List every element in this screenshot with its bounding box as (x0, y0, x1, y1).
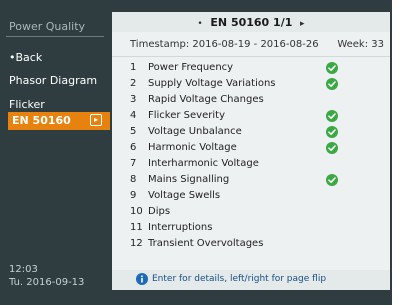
list-item[interactable]: 1 Power Frequency (112, 60, 390, 76)
parameter-label: Dips (148, 206, 171, 217)
parameter-label: Flicker Severity (148, 110, 225, 121)
clock: 12:03 Tu. 2016-09-13 (9, 263, 84, 289)
sidebar-item-flicker[interactable]: Flicker (9, 98, 45, 111)
parameter-label: Interruptions (148, 222, 213, 233)
sidebar-item-en50160[interactable]: EN 50160 ▸ (8, 112, 110, 130)
list-item[interactable]: 9 Voltage Swells (112, 188, 390, 204)
check-icon (326, 126, 338, 138)
parameter-list: 1 Power Frequency 2 Supply Voltage Variatio… (112, 60, 390, 252)
page-next-icon[interactable]: ▸ (300, 19, 305, 29)
list-item[interactable]: 2 Supply Voltage Variations (112, 76, 390, 92)
check-icon (326, 78, 338, 90)
parameter-number: 10 (130, 206, 143, 217)
arrow-right-icon: ▸ (90, 114, 102, 126)
sidebar-title: Power Quality (9, 20, 86, 33)
check-icon (326, 62, 338, 74)
parameter-label: Voltage Swells (148, 190, 221, 201)
timestamp-text: Timestamp: 2016-08-19 - 2016-08-26 (130, 39, 319, 50)
parameter-label: Transient Overvoltages (148, 238, 264, 249)
parameter-number: 11 (130, 222, 143, 233)
list-item[interactable]: 10 Dips (112, 204, 390, 220)
list-item[interactable]: 7 Interharmonic Voltage (112, 156, 390, 172)
clock-time: 12:03 (9, 264, 38, 275)
summary-row: Timestamp: 2016-08-19 - 2016-08-26 Week:… (112, 32, 390, 57)
parameter-number: 4 (130, 110, 137, 121)
list-item[interactable]: 6 Harmonic Voltage (112, 140, 390, 156)
parameter-label: Rapid Voltage Changes (148, 94, 264, 105)
parameter-label: Voltage Unbalance (148, 126, 242, 137)
page-prev-icon[interactable]: • (197, 19, 202, 29)
main-panel: • EN 50160 1/1 ▸ Timestamp: 2016-08-19 -… (112, 12, 390, 290)
parameter-number: 2 (130, 78, 137, 89)
parameter-label: Power Frequency (148, 62, 234, 73)
footer-hint-text: Enter for details, left/right for page f… (152, 274, 327, 284)
page-title: • EN 50160 1/1 ▸ (112, 16, 390, 29)
parameter-number: 1 (130, 62, 137, 73)
back-button[interactable]: •Back (9, 51, 42, 64)
parameter-number: 5 (130, 126, 137, 137)
parameter-number: 3 (130, 94, 137, 105)
week-text: Week: 33 (337, 39, 384, 50)
parameter-label: Interharmonic Voltage (148, 158, 259, 169)
list-item[interactable]: 5 Voltage Unbalance (112, 124, 390, 140)
list-item[interactable]: 8 Mains Signalling (112, 172, 390, 188)
parameter-number: 9 (130, 190, 137, 201)
list-item[interactable]: 3 Rapid Voltage Changes (112, 92, 390, 108)
page-header: • EN 50160 1/1 ▸ (112, 12, 390, 32)
parameter-label: Harmonic Voltage (148, 142, 237, 153)
parameter-label: Supply Voltage Variations (148, 78, 276, 89)
parameter-number: 7 (130, 158, 137, 169)
page-title-text: EN 50160 1/1 (210, 16, 293, 29)
sidebar-divider (6, 36, 104, 37)
check-icon (326, 110, 338, 122)
list-item[interactable]: 12 Transient Overvoltages (112, 236, 390, 252)
list-item[interactable]: 4 Flicker Severity (112, 108, 390, 124)
parameter-number: 12 (130, 238, 143, 249)
footer-hint: Enter for details, left/right for page f… (112, 270, 390, 290)
list-item[interactable]: 11 Interruptions (112, 220, 390, 236)
parameter-number: 8 (130, 174, 137, 185)
sidebar-item-phasor-diagram[interactable]: Phasor Diagram (9, 74, 97, 87)
check-icon (326, 174, 338, 186)
parameter-number: 6 (130, 142, 137, 153)
parameter-label: Mains Signalling (148, 174, 230, 185)
sidebar-item-label: EN 50160 (12, 114, 71, 127)
info-icon (136, 273, 148, 285)
check-icon (326, 142, 338, 154)
device-screen: Power Quality •Back Phasor Diagram Flick… (0, 0, 392, 305)
clock-date: Tu. 2016-09-13 (9, 277, 85, 288)
sidebar: Power Quality •Back Phasor Diagram Flick… (0, 0, 110, 305)
